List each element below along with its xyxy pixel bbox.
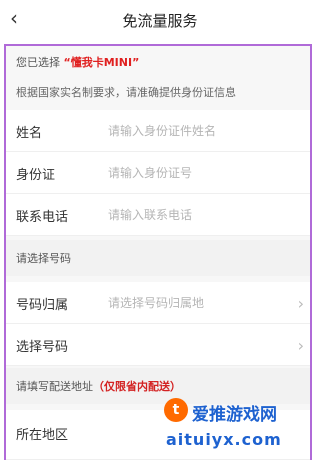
- name-input[interactable]: 请输入身份证件姓名: [108, 122, 216, 139]
- watermark: t 爱推游戏网 aituiyx.com: [164, 398, 320, 460]
- name-field[interactable]: 姓名 请输入身份证件姓名: [6, 110, 310, 152]
- page-title: 免流量服务: [122, 12, 198, 30]
- number-pick-label: 选择号码: [16, 340, 69, 355]
- region-label: 所在地区: [16, 428, 69, 443]
- chevron-right-icon: ›: [297, 294, 304, 313]
- phone-input[interactable]: 请输入联系电话: [108, 206, 192, 223]
- phone-label: 联系电话: [16, 210, 69, 225]
- watermark-logo: t: [164, 398, 188, 422]
- address-section-title: 请填写配送地址（仅限省内配送）: [16, 378, 181, 394]
- chevron-right-icon: ›: [297, 336, 304, 355]
- selected-product: “懂我卡MINI”: [63, 56, 140, 69]
- number-section-header: 请选择号码: [6, 240, 310, 276]
- id-input[interactable]: 请输入身份证号: [108, 164, 192, 181]
- selected-product-line: 您已选择 “懂我卡MINI”: [16, 54, 139, 70]
- watermark-text: 爱推游戏网: [192, 405, 277, 425]
- address-note: （仅限省内配送）: [93, 380, 181, 393]
- top-bar: ‹ 免流量服务: [0, 0, 320, 44]
- number-section-title: 请选择号码: [16, 252, 71, 265]
- number-location-label: 号码归属: [16, 298, 69, 313]
- number-pick-field[interactable]: 选择号码 ›: [6, 324, 310, 366]
- address-title: 请填写配送地址: [16, 380, 93, 393]
- watermark-domain: aituiyx.com: [166, 430, 282, 449]
- phone-field[interactable]: 联系电话 请输入联系电话: [6, 194, 310, 236]
- real-name-notice: 根据国家实名制要求，请准确提供身份证信息: [16, 86, 236, 99]
- selected-prefix: 您已选择: [16, 56, 60, 69]
- id-field[interactable]: 身份证 请输入身份证号: [6, 152, 310, 194]
- number-location-select[interactable]: 请选择号码归属地: [108, 294, 204, 311]
- id-label: 身份证: [16, 168, 56, 183]
- name-label: 姓名: [16, 126, 43, 141]
- number-location-field[interactable]: 号码归属 请选择号码归属地 ›: [6, 282, 310, 324]
